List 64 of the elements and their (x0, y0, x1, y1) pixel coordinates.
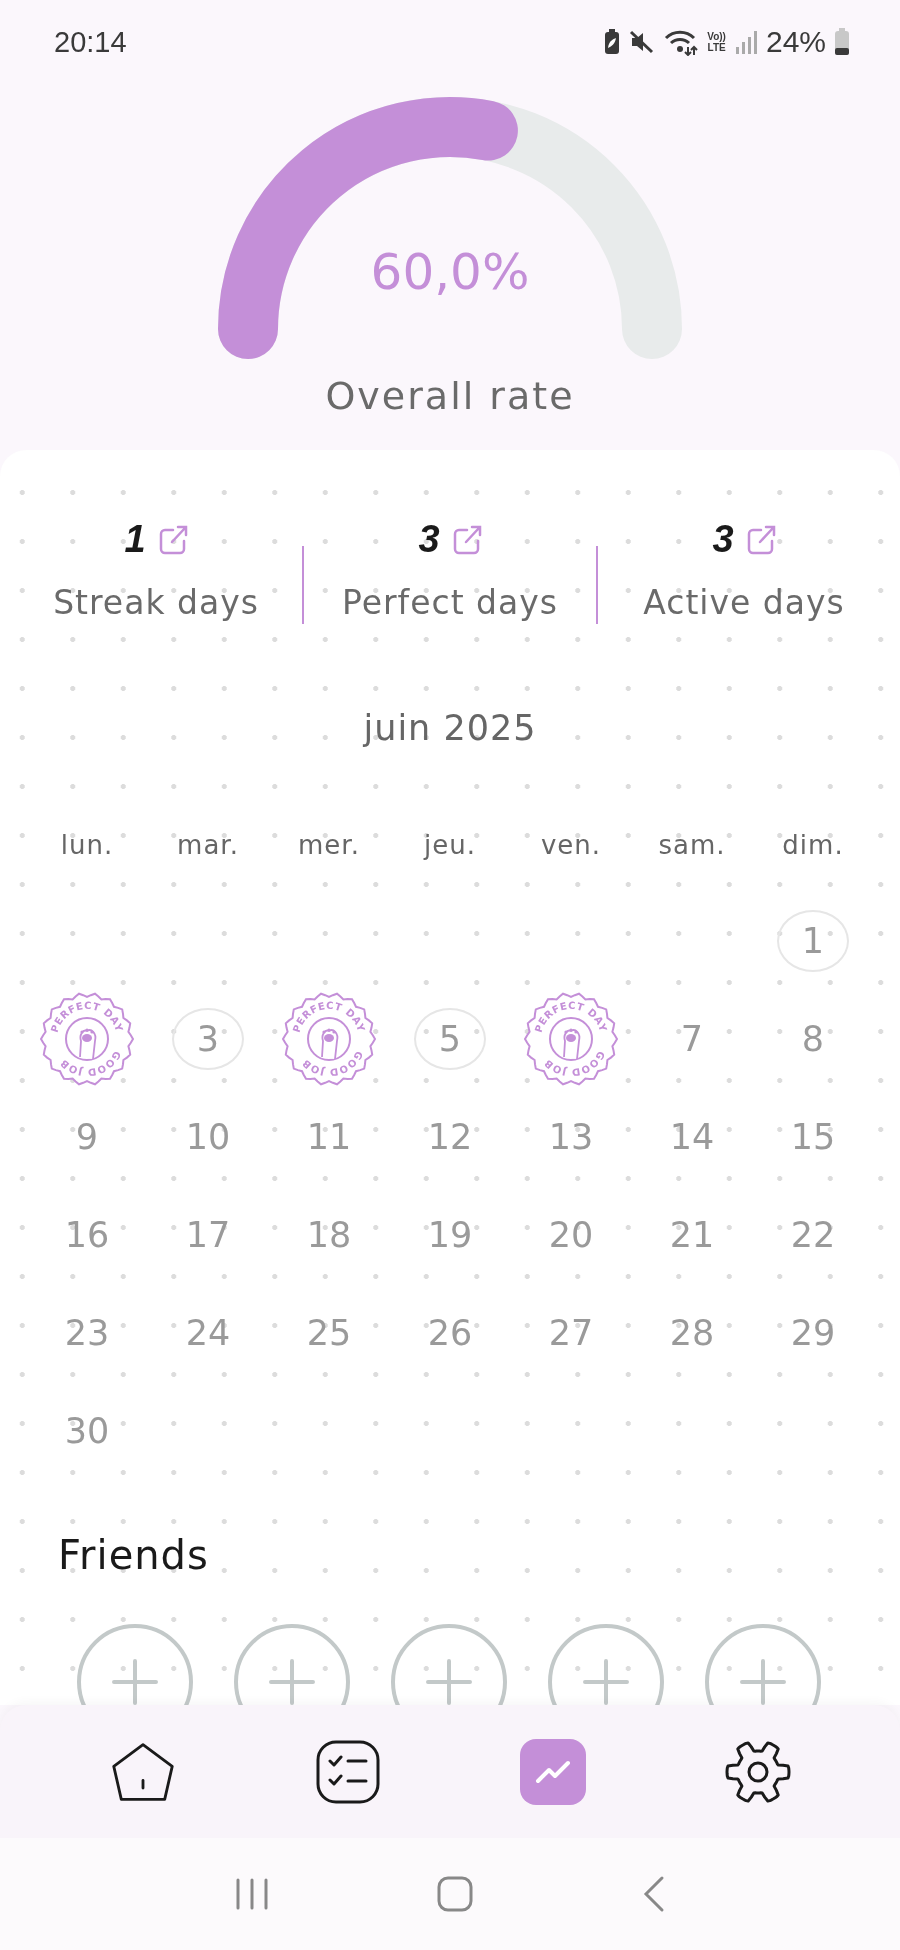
battery-percent: 24% (765, 25, 826, 59)
weekday-label: mar. (176, 830, 240, 862)
volte-indicator: Vo)) LTE (707, 31, 726, 53)
rate-percent: 60,0% (370, 243, 530, 301)
calendar-day[interactable]: 19 (414, 1204, 486, 1266)
calendar-day[interactable]: 23 (51, 1302, 123, 1364)
calendar-day[interactable]: 26 (414, 1302, 486, 1364)
stat-value: 3 (418, 518, 440, 561)
stat-value: 3 (712, 518, 734, 561)
calendar-day[interactable]: 24 (172, 1302, 244, 1364)
plus-icon (581, 1657, 631, 1705)
calendar-day[interactable]: 3 (172, 1008, 244, 1070)
weekday-label: dim. (781, 830, 845, 862)
weekday-label: sam. (657, 830, 727, 862)
section-title: Friends (58, 1532, 210, 1578)
wifi-icon (663, 28, 700, 56)
stat-label: Active days (643, 583, 845, 622)
mute-icon (629, 29, 656, 55)
calendar-day[interactable]: 29 (777, 1302, 849, 1364)
weekday-label: mer. (297, 830, 361, 862)
calendar-day[interactable]: 21 (656, 1204, 728, 1266)
calendar-day[interactable]: 1 (777, 910, 849, 972)
clock: 20:14 (54, 25, 128, 59)
calendar-day[interactable]: 15 (777, 1106, 849, 1168)
share-icon[interactable] (745, 523, 776, 556)
calendar-day[interactable]: 7 (656, 1008, 728, 1070)
weekday-label: ven. (539, 830, 603, 862)
stat-label: Perfect days (342, 583, 558, 622)
plus-icon (738, 1657, 788, 1705)
weekday-label: lun. (59, 830, 115, 862)
plus-icon (424, 1657, 474, 1705)
calendar-day[interactable]: 20 (535, 1204, 607, 1266)
checklist-icon (314, 1738, 381, 1805)
calendar-day[interactable]: 30 (51, 1400, 123, 1462)
month-title: juin 2025 (362, 708, 538, 748)
calendar-day[interactable]: 12 (414, 1106, 486, 1168)
calendar-day[interactable]: 14 (656, 1106, 728, 1168)
calendar-day[interactable]: 25 (293, 1302, 365, 1364)
calendar-day[interactable]: 9 (51, 1106, 123, 1168)
calendar-day[interactable]: 17 (172, 1204, 244, 1266)
calendar-day[interactable]: 11 (293, 1106, 365, 1168)
battery-icon (834, 28, 850, 56)
signal-icon (733, 29, 758, 55)
stats-tab[interactable] (519, 1738, 586, 1805)
calendar-day[interactable]: 22 (777, 1204, 849, 1266)
calendar-day[interactable]: 16 (51, 1204, 123, 1266)
rate-label: Overall rate (325, 374, 575, 418)
calendar-day[interactable]: 18 (293, 1204, 365, 1266)
plus-icon (110, 1657, 160, 1705)
weekday-label: jeu. (422, 830, 477, 862)
calendar-day[interactable]: 10 (172, 1106, 244, 1168)
calendar-day[interactable]: 13 (535, 1106, 607, 1168)
calendar-day[interactable]: 27 (535, 1302, 607, 1364)
calendar-day[interactable]: 5 (414, 1008, 486, 1070)
stat-label: Streak days (53, 583, 259, 622)
plus-icon (267, 1657, 317, 1705)
share-icon[interactable] (451, 523, 482, 556)
share-icon[interactable] (157, 523, 188, 556)
tasks-tab[interactable] (314, 1738, 381, 1805)
stat-value: 1 (124, 518, 146, 561)
home-square-icon (435, 1874, 475, 1914)
calendar-day[interactable]: 8 (777, 1008, 849, 1070)
battery-saver-icon (603, 29, 622, 55)
calendar-day[interactable]: 28 (656, 1302, 728, 1364)
